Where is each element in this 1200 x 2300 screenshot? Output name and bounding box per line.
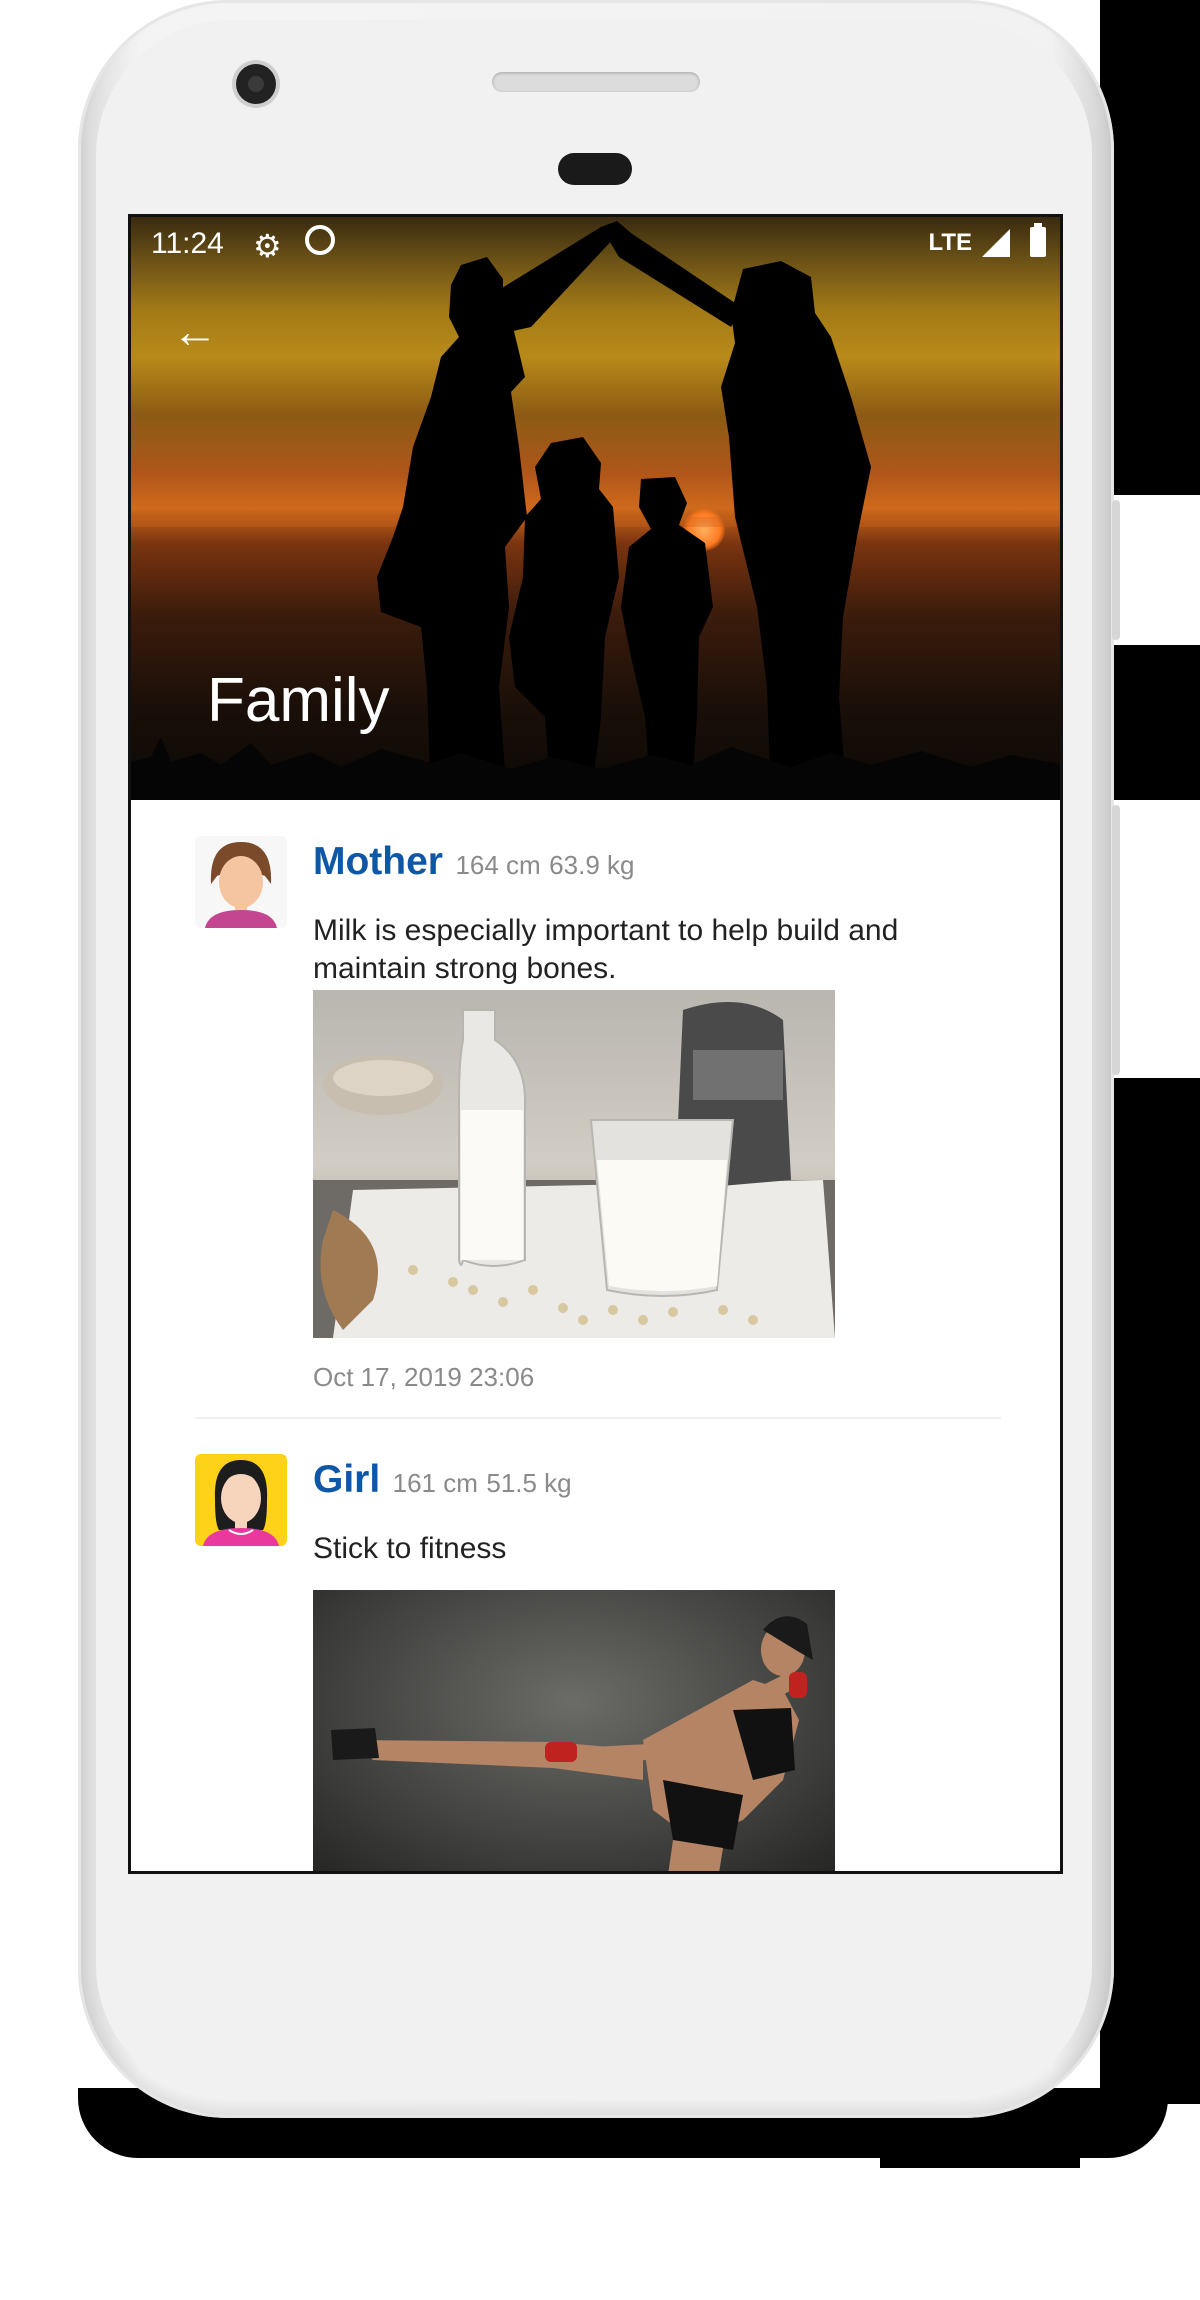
arrow-left-icon: ←: [172, 305, 218, 357]
post-author[interactable]: Mother: [313, 840, 443, 883]
post-timestamp: Oct 17, 2019 23:06: [313, 1362, 535, 1392]
battery-icon: [1030, 223, 1046, 257]
sync-icon: [305, 225, 335, 255]
post-header: Mother 164 cm 63.9 kg: [313, 840, 634, 884]
earpiece-speaker: [492, 72, 700, 92]
kickboxing-photo-image: [313, 1590, 835, 1871]
status-bar: 11:24 ⚙ LTE: [131, 217, 1060, 273]
author-height: 161 cm: [392, 1468, 478, 1498]
post-text: Milk is especially important to help bui…: [313, 914, 899, 985]
kickboxing-photo[interactable]: [313, 1590, 835, 1871]
post-text: Stick to fitness: [313, 1532, 507, 1565]
author-weight: 63.9 kg: [549, 850, 635, 880]
divider: [195, 1417, 1001, 1419]
volume-button: [1112, 805, 1120, 1075]
gear-icon: ⚙: [253, 228, 282, 264]
author-height: 164 cm: [455, 850, 541, 880]
proximity-sensor: [558, 153, 632, 185]
backdrop-shadow: [1100, 0, 1200, 495]
page-title: Family: [207, 666, 390, 735]
post-author[interactable]: Girl: [313, 1458, 380, 1501]
girl-avatar[interactable]: [195, 1454, 287, 1546]
status-time: 11:24: [151, 227, 224, 260]
milk-photo-image: [313, 990, 835, 1338]
backdrop-shadow: [1100, 645, 1200, 800]
post-header: Girl 161 cm 51.5 kg: [313, 1458, 572, 1502]
author-weight: 51.5 kg: [486, 1468, 572, 1498]
signal-icon: [982, 229, 1010, 257]
girl-avatar-image: [195, 1454, 287, 1546]
milk-photo[interactable]: [313, 990, 835, 1338]
collapsing-header: 11:24 ⚙ LTE ← Family: [131, 217, 1060, 800]
backdrop-shadow: [1100, 1078, 1200, 2104]
phone-screen: 11:24 ⚙ LTE ← Family Mother 164 cm 63.9 …: [128, 214, 1063, 1874]
front-camera: [236, 64, 276, 104]
mother-avatar-image: [195, 836, 287, 928]
back-button[interactable]: ←: [167, 303, 223, 359]
backdrop-shadow: [880, 2150, 1080, 2168]
mother-avatar[interactable]: [195, 836, 287, 928]
power-button: [1112, 500, 1120, 640]
network-type: LTE: [928, 229, 972, 256]
